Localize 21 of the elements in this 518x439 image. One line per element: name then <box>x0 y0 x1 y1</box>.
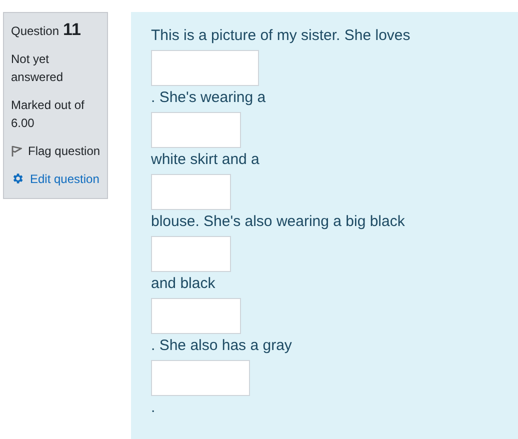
marks-text: Marked out of 6.00 <box>11 97 86 132</box>
flag-question-link[interactable]: Flag question <box>28 142 100 160</box>
question-number: 11 <box>63 21 82 39</box>
answer-field[interactable] <box>151 50 259 86</box>
question-text: . <box>151 398 156 418</box>
answer-field[interactable] <box>151 298 241 334</box>
settings-icon[interactable] <box>11 172 24 185</box>
answer-field[interactable] <box>151 360 250 396</box>
answer-field[interactable] <box>151 174 231 210</box>
question-label: Question <box>11 23 60 40</box>
question-text: . She's wearing a <box>151 88 266 108</box>
flag-icon[interactable] <box>11 145 22 157</box>
question-text: and black <box>151 274 216 294</box>
edit-question-link[interactable]: Edit question <box>30 170 100 188</box>
question-text: blouse. She's also wearing a big black <box>151 212 405 232</box>
answer-field[interactable] <box>151 236 231 272</box>
question-text: . She also has a gray <box>151 336 292 356</box>
answer-field[interactable] <box>151 112 241 148</box>
status-text: Not yet answered <box>11 51 64 86</box>
question-text: This is a picture of my sister. She loves <box>151 26 410 46</box>
question-text: white skirt and a <box>151 150 260 170</box>
